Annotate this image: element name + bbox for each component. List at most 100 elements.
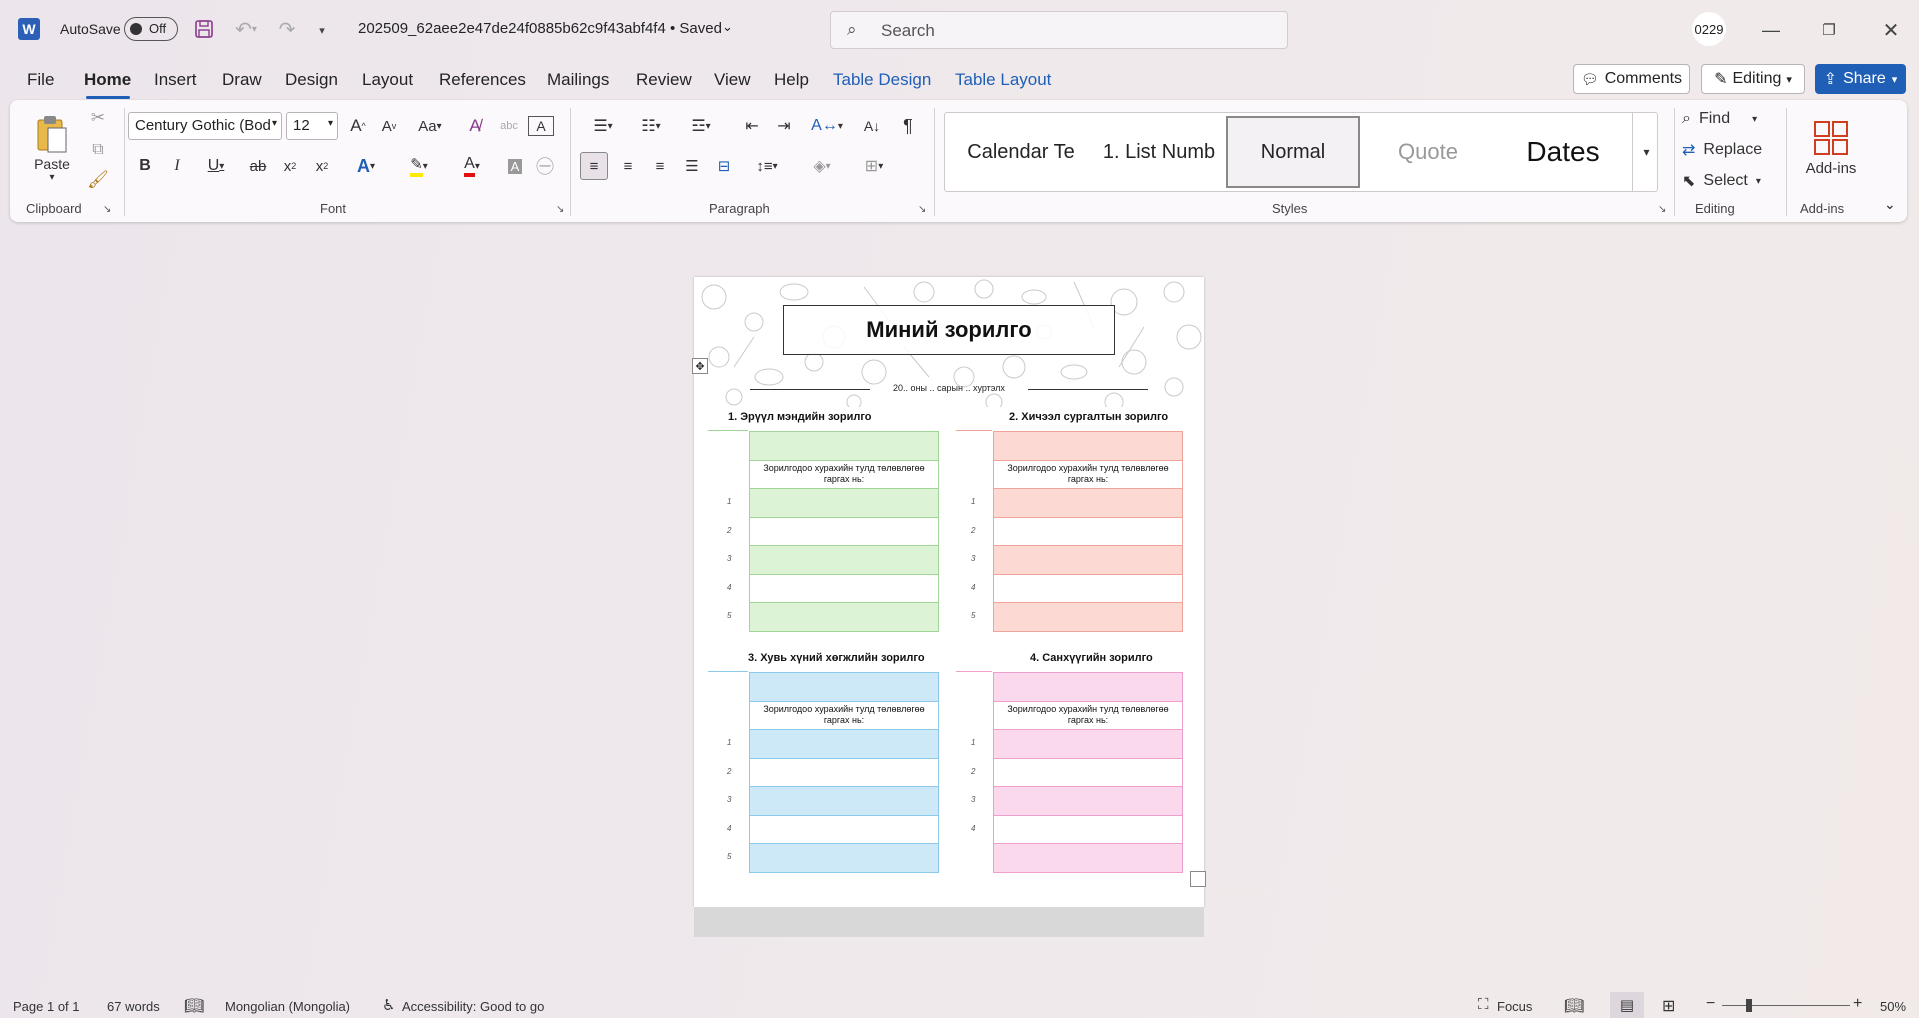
tab-draw[interactable]: Draw xyxy=(222,70,262,90)
collapse-ribbon-icon[interactable]: ⌄ xyxy=(1884,196,1896,213)
undo-icon[interactable]: ↶ ▾ xyxy=(226,17,266,41)
table-cell[interactable] xyxy=(749,602,939,632)
zoom-in-icon[interactable]: + xyxy=(1853,995,1862,1013)
asian-layout-icon[interactable]: A↔ ▾ xyxy=(806,112,848,140)
copy-icon[interactable]: ⧉ xyxy=(86,138,110,162)
align-right-icon[interactable]: ≡ xyxy=(646,152,674,180)
plan-header-cell[interactable]: Зорилгодоо хурахийн тулд төлөвлөгөө гарг… xyxy=(749,700,939,730)
italic-button[interactable]: I xyxy=(164,152,190,180)
increase-indent-icon[interactable]: ⇥ xyxy=(770,112,798,140)
dialog-launcher-icon[interactable]: ↘ xyxy=(1658,204,1666,215)
tab-home[interactable]: Home xyxy=(84,70,131,90)
user-badge[interactable]: 0229 xyxy=(1692,12,1726,46)
table-cell[interactable] xyxy=(749,545,939,575)
table-cell[interactable] xyxy=(749,516,939,546)
table-cell[interactable] xyxy=(993,602,1183,632)
align-left-icon[interactable]: ≡ xyxy=(580,152,608,180)
read-mode-icon[interactable]: 📖︎ xyxy=(1564,996,1584,1016)
tab-layout[interactable]: Layout xyxy=(362,70,413,90)
highlight-color-icon[interactable]: ✎ ▾ xyxy=(396,152,442,180)
date-subtitle[interactable]: 20.. оны .. сарын .. хуртэлх xyxy=(694,383,1204,393)
redo-icon[interactable]: ↷ xyxy=(274,17,300,41)
zoom-out-icon[interactable]: − xyxy=(1706,995,1715,1013)
table-resize-handle[interactable] xyxy=(1190,871,1206,887)
tab-review[interactable]: Review xyxy=(636,70,692,90)
document-title-text[interactable]: Миний зорилго xyxy=(866,317,1031,343)
customize-toolbar-icon[interactable]: ▾ xyxy=(312,20,332,40)
tab-view[interactable]: View xyxy=(714,70,751,90)
language[interactable]: Mongolian (Mongolia) xyxy=(225,999,350,1014)
style-normal[interactable]: Normal xyxy=(1226,116,1360,188)
zoom-slider[interactable] xyxy=(1722,999,1850,1012)
shading-icon[interactable]: A xyxy=(502,152,528,180)
table-cell[interactable] xyxy=(993,757,1183,787)
underline-button[interactable]: U ▾ xyxy=(196,152,236,180)
decrease-indent-icon[interactable]: ⇤ xyxy=(738,112,766,140)
change-case-button[interactable]: Aa ▾ xyxy=(410,112,450,140)
add-ins-button[interactable]: Add-ins xyxy=(1796,108,1866,188)
zoom-level[interactable]: 50% xyxy=(1880,999,1906,1014)
tab-help[interactable]: Help xyxy=(774,70,809,90)
search-box[interactable]: ⌕ Search xyxy=(830,11,1288,49)
tab-references[interactable]: References xyxy=(439,70,526,90)
tab-insert[interactable]: Insert xyxy=(154,70,197,90)
numbering-icon[interactable]: ☷ ▾ xyxy=(630,112,672,140)
zoom-slider-thumb[interactable] xyxy=(1746,999,1752,1012)
paste-button[interactable]: Paste ▾ xyxy=(30,108,74,188)
word-count[interactable]: 67 words xyxy=(107,999,160,1014)
grow-font-icon[interactable]: A ^ xyxy=(345,112,371,140)
tab-design[interactable]: Design xyxy=(285,70,338,90)
tab-mailings[interactable]: Mailings xyxy=(547,70,609,90)
plan-header-cell[interactable]: Зорилгодоо хурахийн тулд төлөвлөгөө гарг… xyxy=(993,459,1183,489)
share-button[interactable]: ⇪ Share ▾ xyxy=(1815,64,1906,94)
table-cell[interactable] xyxy=(993,729,1183,759)
borders-icon[interactable]: ⊞ ▾ xyxy=(852,152,896,180)
style-dates[interactable]: Dates xyxy=(1496,116,1630,188)
font-family-dropdown[interactable]: Century Gothic (Bod ▾ xyxy=(128,112,282,140)
table-cell[interactable] xyxy=(993,814,1183,844)
enclose-characters-icon[interactable]: ㊀ xyxy=(532,152,558,180)
bullets-icon[interactable]: ☰ ▾ xyxy=(582,112,624,140)
chevron-down-icon[interactable]: ⌄ xyxy=(722,19,733,35)
clear-formatting-icon[interactable]: A̸ xyxy=(462,112,488,140)
table-cell[interactable] xyxy=(993,573,1183,603)
editing-mode-button[interactable]: ✎ Editing ▾ xyxy=(1701,64,1805,94)
tab-table-layout[interactable]: Table Layout xyxy=(955,70,1051,90)
dialog-launcher-icon[interactable]: ↘ xyxy=(556,204,564,215)
sort-icon[interactable]: A↓ xyxy=(858,112,886,140)
document-title[interactable]: 202509_62aee2e47de24f0885b62c9f43abf4f4 … xyxy=(358,20,722,37)
style-calendar-te[interactable]: Calendar Te xyxy=(950,116,1092,188)
table-cell[interactable] xyxy=(749,729,939,759)
shrink-font-icon[interactable]: Av xyxy=(376,112,402,140)
distributed-icon[interactable]: ⊟ xyxy=(710,152,738,180)
restore-icon[interactable]: ❐ xyxy=(1814,16,1844,44)
text-effects-icon[interactable]: A ▾ xyxy=(346,152,386,180)
table-cell[interactable] xyxy=(749,431,939,461)
page-count[interactable]: Page 1 of 1 xyxy=(13,999,80,1014)
styles-more-icon[interactable]: ▾ xyxy=(1632,112,1660,192)
style-list-number[interactable]: 1. List Numb xyxy=(1094,116,1224,188)
table-cell[interactable] xyxy=(749,573,939,603)
replace-button[interactable]: ⇄ Replace xyxy=(1682,137,1778,163)
find-button[interactable]: ⌕ Find ▾ xyxy=(1682,106,1778,132)
autosave-toggle[interactable]: Off xyxy=(124,17,178,41)
paragraph-shading-icon[interactable]: ◈ ▾ xyxy=(800,152,844,180)
justify-icon[interactable]: ☰ xyxy=(678,152,706,180)
superscript-button[interactable]: x2 xyxy=(308,152,336,180)
table-cell[interactable] xyxy=(993,488,1183,518)
subscript-button[interactable]: x2 xyxy=(276,152,304,180)
plan-header-cell[interactable]: Зорилгодоо хурахийн тулд төлөвлөгөө гарг… xyxy=(749,459,939,489)
font-size-dropdown[interactable]: 12 ▾ xyxy=(286,112,338,140)
table-cell[interactable] xyxy=(993,545,1183,575)
plan-header-cell[interactable]: Зорилгодоо хурахийн тулд төлөвлөгөө гарг… xyxy=(993,700,1183,730)
table-cell[interactable] xyxy=(993,431,1183,461)
web-layout-icon[interactable]: ⊞ xyxy=(1662,996,1675,1016)
align-center-icon[interactable]: ≡ xyxy=(614,152,642,180)
show-formatting-icon[interactable]: ¶ xyxy=(894,112,922,140)
section-4-heading[interactable]: 4. Санхүүгийн зорилго xyxy=(1030,652,1153,664)
font-color-icon[interactable]: A ▾ xyxy=(450,152,494,180)
comments-button[interactable]: 💬︎ Comments xyxy=(1573,64,1690,94)
dialog-launcher-icon[interactable]: ↘ xyxy=(103,204,111,215)
tab-file[interactable]: File xyxy=(27,70,54,90)
proofing-icon[interactable]: 📖︎ xyxy=(184,996,204,1016)
